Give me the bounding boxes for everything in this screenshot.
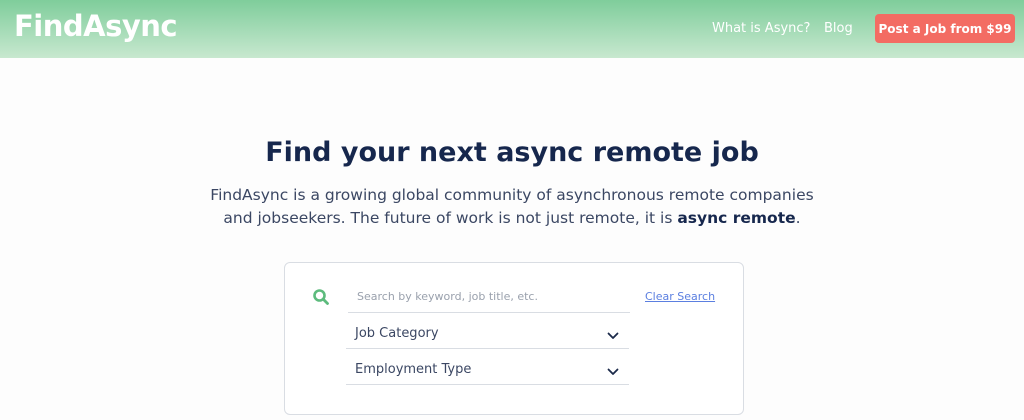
nav-what-is-async[interactable]: What is Async?	[712, 21, 810, 36]
hero-description-emphasis: async remote	[677, 209, 796, 227]
site-logo[interactable]: FindAsync	[14, 9, 178, 43]
employment-type-select[interactable]: Employment Type	[346, 353, 629, 385]
chevron-down-icon	[607, 363, 619, 375]
chevron-down-icon	[607, 327, 619, 339]
employment-type-label: Employment Type	[355, 362, 472, 377]
job-category-label: Job Category	[355, 326, 439, 341]
post-job-button[interactable]: Post a Job from $99	[875, 14, 1015, 43]
search-icon	[312, 288, 330, 306]
nav-blog[interactable]: Blog	[824, 21, 853, 36]
hero-description: FindAsync is a growing global community …	[210, 184, 814, 230]
search-input[interactable]	[348, 281, 630, 313]
job-category-select[interactable]: Job Category	[346, 317, 629, 349]
hero-title: Find your next async remote job	[265, 137, 759, 168]
clear-search-link[interactable]: Clear Search	[645, 290, 715, 303]
search-panel: Clear Search Job Category Employment Typ…	[284, 262, 744, 415]
site-header: FindAsync What is Async? Blog Post a Job…	[0, 0, 1024, 58]
hero-description-end: .	[795, 209, 801, 227]
